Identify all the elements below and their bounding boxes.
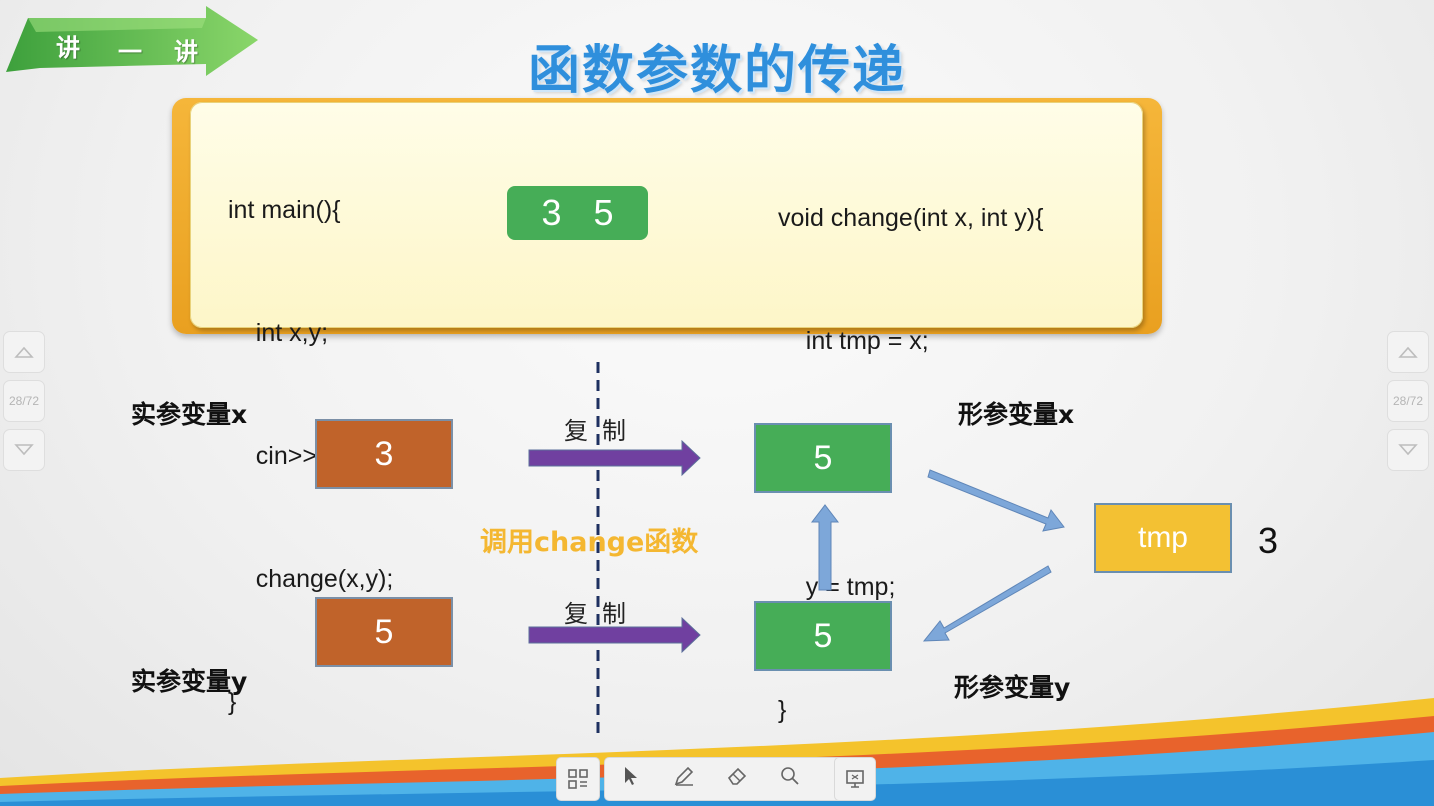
grid-icon: [568, 769, 588, 789]
pen-icon: [674, 766, 694, 786]
copy-label-x: 复制: [564, 417, 640, 445]
screen-icon: [846, 770, 864, 788]
arrow-y-to-x: [810, 504, 840, 591]
eraser-icon: [727, 767, 747, 785]
arrow-x-to-tmp: [927, 469, 1065, 532]
arrow-tmp-to-y: [922, 565, 1052, 642]
copy-arrow-x: [528, 439, 701, 477]
toolbar-grid-button[interactable]: [556, 757, 600, 801]
toolbar-eraser-button[interactable]: [726, 765, 748, 793]
actual-param-x-label: 实参变量x: [131, 400, 248, 429]
formal-y-box: 5: [754, 601, 892, 671]
tmp-box: tmp: [1094, 503, 1232, 573]
toolbar-screen-button[interactable]: [834, 757, 876, 801]
formal-param-y-label: 形参变量y: [954, 673, 1071, 702]
formal-x-box: 5: [754, 423, 892, 493]
search-icon: [780, 767, 799, 785]
toolbar-search-button[interactable]: [779, 765, 801, 793]
formal-param-x-label: 形参变量x: [958, 400, 1075, 429]
call-function-label: 调用change函数: [480, 527, 699, 558]
tmp-value: 3: [1258, 520, 1279, 561]
actual-param-y-label: 实参变量y: [131, 667, 248, 696]
toolbar-pen-button[interactable]: [673, 765, 695, 793]
pointer-icon: [625, 767, 638, 785]
copy-label-y: 复制: [564, 600, 640, 628]
actual-y-box: 5: [315, 597, 453, 667]
actual-x-box: 3: [315, 419, 453, 489]
toolbar-tools-group: [604, 757, 870, 801]
toolbar-pointer-button[interactable]: [620, 765, 642, 793]
slide-toolbar: [556, 757, 876, 803]
